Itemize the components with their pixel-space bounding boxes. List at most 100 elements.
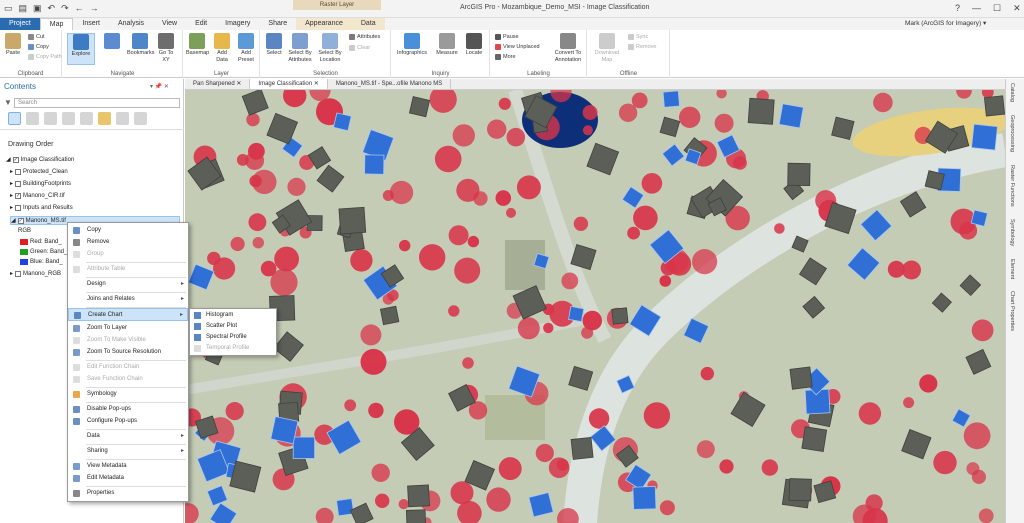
sync-button[interactable]: Sync (628, 34, 648, 40)
forward-icon[interactable]: → (90, 3, 99, 14)
view-unplaced-button[interactable]: View Unplaced (495, 44, 540, 50)
close-icon[interactable]: ✕ (314, 81, 319, 87)
menu-group[interactable]: Group (68, 248, 188, 261)
add-data-button[interactable]: Add Data (211, 33, 233, 64)
layer-image-classification[interactable]: ◢ ✓ Image Classification (6, 156, 74, 163)
maximize-button[interactable]: ☐ (993, 3, 1001, 14)
submenu-scatter-plot[interactable]: Scatter Plot (190, 321, 276, 332)
undo-icon[interactable]: ↶ (48, 3, 56, 14)
add-preset-button[interactable]: Add Preset (235, 33, 257, 64)
expand-icon[interactable]: ▸ (10, 204, 13, 211)
menu-configure-popups[interactable]: Configure Pop-ups (68, 415, 188, 428)
tab-edit[interactable]: Edit (186, 18, 216, 30)
tab-imagery[interactable]: Imagery (216, 18, 259, 30)
tab-symbology[interactable]: Symbology (1009, 219, 1015, 246)
expand-icon[interactable]: ◢ (11, 217, 16, 224)
tab-appearance[interactable]: Appearance (296, 18, 352, 30)
menu-attribute-table[interactable]: Attribute Table (68, 263, 188, 276)
goto-xy-button[interactable]: Go To XY (155, 33, 177, 64)
select-by-attributes-button[interactable]: Select By Attributes (287, 33, 313, 64)
bookmarks-button[interactable]: Bookmarks (127, 33, 155, 57)
clear-button[interactable]: Clear (349, 45, 370, 51)
tab-catalog[interactable]: Catalog (1009, 83, 1015, 102)
list-by-snapping-icon[interactable] (80, 112, 93, 125)
open-icon[interactable]: ▤ (19, 3, 28, 14)
list-by-editing-icon[interactable] (62, 112, 75, 125)
expand-icon[interactable]: ▸ (10, 168, 13, 175)
tab-map[interactable]: Map (39, 18, 74, 30)
submenu-spectral-profile[interactable]: Spectral Profile (190, 332, 276, 343)
tab-view[interactable]: View (153, 18, 186, 30)
menu-save-function-chain[interactable]: Save Function Chain (68, 373, 188, 386)
download-map-button[interactable]: Download Map (592, 33, 622, 64)
infographics-button[interactable]: Infographics (396, 33, 428, 57)
tab-share[interactable]: Share (259, 18, 296, 30)
expand-icon[interactable]: ▸ (10, 192, 13, 199)
back-icon[interactable]: ← (75, 3, 84, 14)
help-icon[interactable]: ? (955, 3, 960, 14)
locate-button[interactable]: Locate (462, 33, 486, 57)
tab-pan-sharpened[interactable]: Pan Sharpened ✕ (185, 79, 251, 89)
layer-checkbox[interactable]: ✓ (15, 192, 22, 199)
measure-button[interactable]: Measure (434, 33, 460, 57)
list-by-charts-icon[interactable] (134, 112, 147, 125)
convert-to-annotation-button[interactable]: Convert To Annotation (553, 33, 583, 64)
list-by-selection-icon[interactable] (44, 112, 57, 125)
filter-icon[interactable]: ▼ (4, 98, 12, 107)
user-account[interactable]: Mark (ArcGIS for Imagery) ▾ (905, 19, 986, 27)
layer-checkbox[interactable] (15, 168, 22, 175)
expand-icon[interactable]: ▸ (10, 180, 13, 187)
remove-offline-button[interactable]: Remove (628, 44, 656, 50)
layer-checkbox[interactable] (15, 204, 22, 211)
layer-checkbox[interactable] (15, 270, 22, 277)
close-button[interactable]: ✕ (1013, 3, 1021, 14)
layer-building-footprints[interactable]: ▸ BuildingFootprints (10, 180, 71, 187)
redo-icon[interactable]: ↷ (61, 3, 69, 14)
menu-properties[interactable]: Properties (68, 487, 188, 500)
submenu-temporal-profile[interactable]: Temporal Profile (190, 343, 276, 354)
menu-design[interactable]: Design ▸ (68, 278, 188, 291)
menu-data[interactable]: Data ▸ (68, 430, 188, 443)
list-by-source-icon[interactable] (26, 112, 39, 125)
expand-icon[interactable]: ◢ (6, 156, 11, 163)
tab-spectral-profile[interactable]: Manono_MS.tif - Spe...ofile Manono MS (328, 79, 452, 89)
layer-protected-clean[interactable]: ▸ Protected_Clean (10, 168, 68, 175)
copy-path-button[interactable]: Copy Path (28, 54, 62, 60)
new-project-icon[interactable]: ▭ (4, 3, 13, 14)
layer-checkbox[interactable]: ✓ (17, 217, 24, 224)
menu-sharing[interactable]: Sharing ▸ (68, 445, 188, 458)
layer-checkbox[interactable] (15, 180, 22, 187)
search-input[interactable]: Search (14, 98, 180, 108)
explore-button[interactable]: Explore (67, 33, 95, 65)
layer-manono-rgb[interactable]: ▸ Manono_RGB (10, 270, 61, 277)
tab-data[interactable]: Data (351, 18, 385, 30)
attributes-button[interactable]: Attributes (349, 34, 380, 40)
basemap-button[interactable]: Basemap (186, 33, 209, 57)
pane-controls[interactable]: ▾ 📌 ✕ (150, 83, 169, 90)
list-by-labeling-icon[interactable] (98, 112, 111, 125)
tab-chart-properties[interactable]: Chart Properties (1009, 291, 1015, 331)
menu-symbology[interactable]: Symbology (68, 388, 188, 401)
full-extent-button[interactable] (101, 33, 123, 50)
layer-checkbox[interactable]: ✓ (12, 156, 19, 163)
pause-button[interactable]: Pause (495, 34, 519, 40)
list-by-drawing-order-icon[interactable] (8, 112, 21, 125)
tab-project[interactable]: Project (0, 18, 40, 30)
tab-insert[interactable]: Insert (73, 18, 109, 30)
expand-icon[interactable]: ▸ (10, 270, 13, 277)
map-view[interactable] (185, 90, 1005, 523)
minimize-button[interactable]: — (972, 3, 981, 14)
submenu-histogram[interactable]: Histogram (190, 310, 276, 321)
menu-joins-relates[interactable]: Joins and Relates ▸ (68, 293, 188, 306)
tab-image-classification[interactable]: Image Classification ✕ (250, 79, 328, 89)
tab-geoprocessing[interactable]: Geoprocessing (1009, 115, 1015, 152)
more-button[interactable]: More (495, 54, 516, 60)
layer-inputs-results[interactable]: ▸ Inputs and Results (10, 204, 73, 211)
tab-raster-functions[interactable]: Raster Functions (1009, 165, 1015, 207)
select-button[interactable]: Select (263, 33, 285, 57)
list-by-perspective-icon[interactable] (116, 112, 129, 125)
save-icon[interactable]: ▣ (33, 3, 42, 14)
paste-button[interactable]: Paste (2, 33, 24, 57)
tab-analysis[interactable]: Analysis (109, 18, 153, 30)
menu-create-chart[interactable]: Create Chart ▸ (68, 308, 188, 321)
